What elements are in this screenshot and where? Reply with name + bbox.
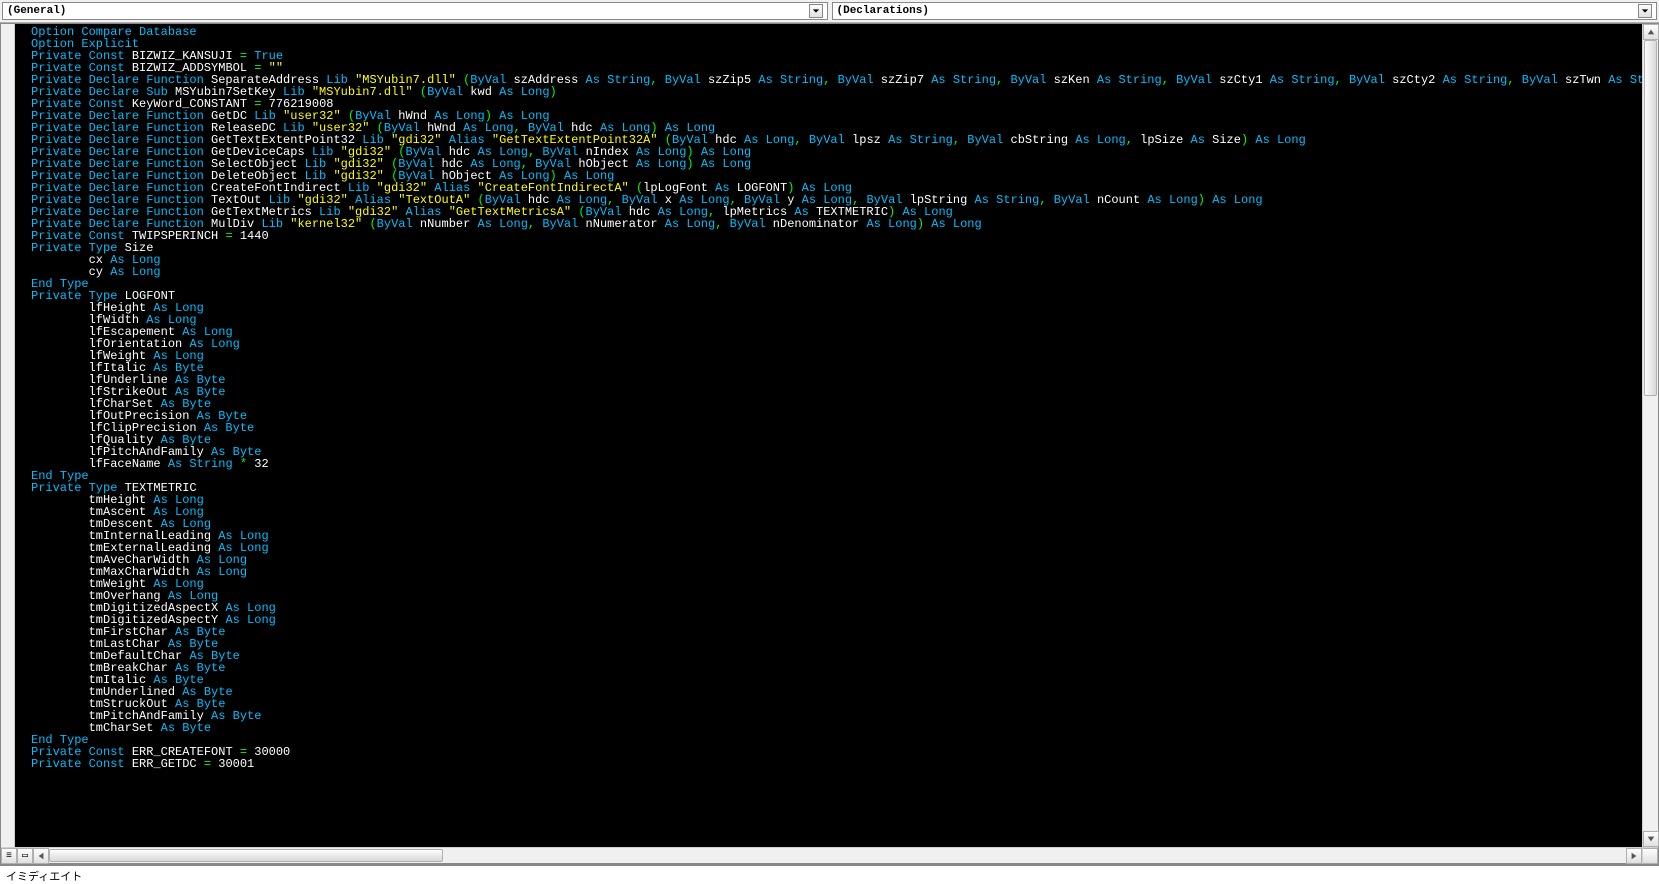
code-line[interactable]: lfPitchAndFamily As Byte bbox=[31, 446, 1638, 458]
immediate-window-title[interactable]: イミディエイト bbox=[0, 864, 1659, 884]
scroll-down-icon[interactable] bbox=[1643, 831, 1659, 847]
code-line[interactable]: tmLastChar As Byte bbox=[31, 638, 1638, 650]
code-line[interactable]: tmDefaultChar As Byte bbox=[31, 650, 1638, 662]
scroll-thumb[interactable] bbox=[1644, 40, 1657, 396]
scroll-track[interactable] bbox=[49, 848, 1626, 863]
code-line[interactable]: lfQuality As Byte bbox=[31, 434, 1638, 446]
scroll-left-icon[interactable] bbox=[33, 848, 49, 864]
code-line[interactable]: tmDescent As Long bbox=[31, 518, 1638, 530]
dropdown-bar: (General) (Declarations) bbox=[0, 0, 1659, 23]
code-line[interactable]: tmFirstChar As Byte bbox=[31, 626, 1638, 638]
code-line[interactable]: tmPitchAndFamily As Byte bbox=[31, 710, 1638, 722]
code-line[interactable]: lfStrikeOut As Byte bbox=[31, 386, 1638, 398]
code-line[interactable]: lfHeight As Long bbox=[31, 302, 1638, 314]
full-module-view-button[interactable]: ▭ bbox=[17, 848, 33, 864]
code-line[interactable]: Private Const TWIPSPERINCH = 1440 bbox=[31, 230, 1638, 242]
code-line[interactable]: tmItalic As Byte bbox=[31, 674, 1638, 686]
code-line[interactable]: lfWeight As Long bbox=[31, 350, 1638, 362]
code-line[interactable]: tmInternalLeading As Long bbox=[31, 530, 1638, 542]
code-line[interactable]: Private Const ERR_GETDC = 30001 bbox=[31, 758, 1638, 770]
indicator-margin[interactable] bbox=[1, 24, 15, 847]
code-line[interactable]: lfEscapement As Long bbox=[31, 326, 1638, 338]
code-line[interactable]: tmStruckOut As Byte bbox=[31, 698, 1638, 710]
code-line[interactable]: lfOrientation As Long bbox=[31, 338, 1638, 350]
scroll-up-icon[interactable] bbox=[1643, 24, 1659, 40]
code-pane: Option Compare DatabaseOption ExplicitPr… bbox=[0, 23, 1659, 864]
code-line[interactable]: tmAveCharWidth As Long bbox=[31, 554, 1638, 566]
scroll-track[interactable] bbox=[1643, 40, 1658, 831]
code-line[interactable]: tmUnderlined As Byte bbox=[31, 686, 1638, 698]
chevron-down-icon bbox=[809, 4, 823, 18]
procedure-view-button[interactable]: ≡ bbox=[1, 848, 17, 864]
code-line[interactable]: tmCharSet As Byte bbox=[31, 722, 1638, 734]
object-dropdown-value: (General) bbox=[7, 5, 66, 17]
code-line[interactable]: lfItalic As Byte bbox=[31, 362, 1638, 374]
vertical-scrollbar[interactable] bbox=[1642, 24, 1658, 847]
object-dropdown[interactable]: (General) bbox=[2, 2, 828, 20]
code-line[interactable]: Private Type LOGFONT bbox=[31, 290, 1638, 302]
scroll-corner bbox=[1642, 848, 1658, 864]
code-line[interactable]: tmHeight As Long bbox=[31, 494, 1638, 506]
code-line[interactable]: Private Const ERR_CREATEFONT = 30000 bbox=[31, 746, 1638, 758]
code-line[interactable]: cx As Long bbox=[31, 254, 1638, 266]
code-line[interactable]: tmExternalLeading As Long bbox=[31, 542, 1638, 554]
code-line[interactable]: lfCharSet As Byte bbox=[31, 398, 1638, 410]
code-line[interactable]: lfWidth As Long bbox=[31, 314, 1638, 326]
code-line[interactable]: lfUnderline As Byte bbox=[31, 374, 1638, 386]
code-line[interactable]: End Type bbox=[31, 470, 1638, 482]
code-line[interactable]: tmDigitizedAspectY As Long bbox=[31, 614, 1638, 626]
code-line[interactable]: tmBreakChar As Byte bbox=[31, 662, 1638, 674]
code-line[interactable]: Private Type Size bbox=[31, 242, 1638, 254]
code-line[interactable]: lfOutPrecision As Byte bbox=[31, 410, 1638, 422]
horizontal-scrollbar[interactable] bbox=[33, 848, 1642, 863]
scroll-right-icon[interactable] bbox=[1626, 848, 1642, 864]
code-line[interactable]: Option Compare Database bbox=[31, 26, 1638, 38]
code-line[interactable]: Private Declare Function MulDiv Lib "ker… bbox=[31, 218, 1638, 230]
chevron-down-icon bbox=[1638, 4, 1652, 18]
code-line[interactable]: tmAscent As Long bbox=[31, 506, 1638, 518]
procedure-dropdown[interactable]: (Declarations) bbox=[832, 2, 1658, 20]
code-line[interactable]: tmMaxCharWidth As Long bbox=[31, 566, 1638, 578]
code-line[interactable]: cy As Long bbox=[31, 266, 1638, 278]
code-line[interactable]: tmWeight As Long bbox=[31, 578, 1638, 590]
code-line[interactable]: Private Type TEXTMETRIC bbox=[31, 482, 1638, 494]
code-line[interactable]: lfFaceName As String * 32 bbox=[31, 458, 1638, 470]
code-line[interactable]: End Type bbox=[31, 278, 1638, 290]
code-line[interactable]: lfClipPrecision As Byte bbox=[31, 422, 1638, 434]
scroll-thumb[interactable] bbox=[49, 849, 443, 862]
code-editor[interactable]: Option Compare DatabaseOption ExplicitPr… bbox=[15, 24, 1642, 847]
procedure-dropdown-value: (Declarations) bbox=[837, 5, 929, 17]
